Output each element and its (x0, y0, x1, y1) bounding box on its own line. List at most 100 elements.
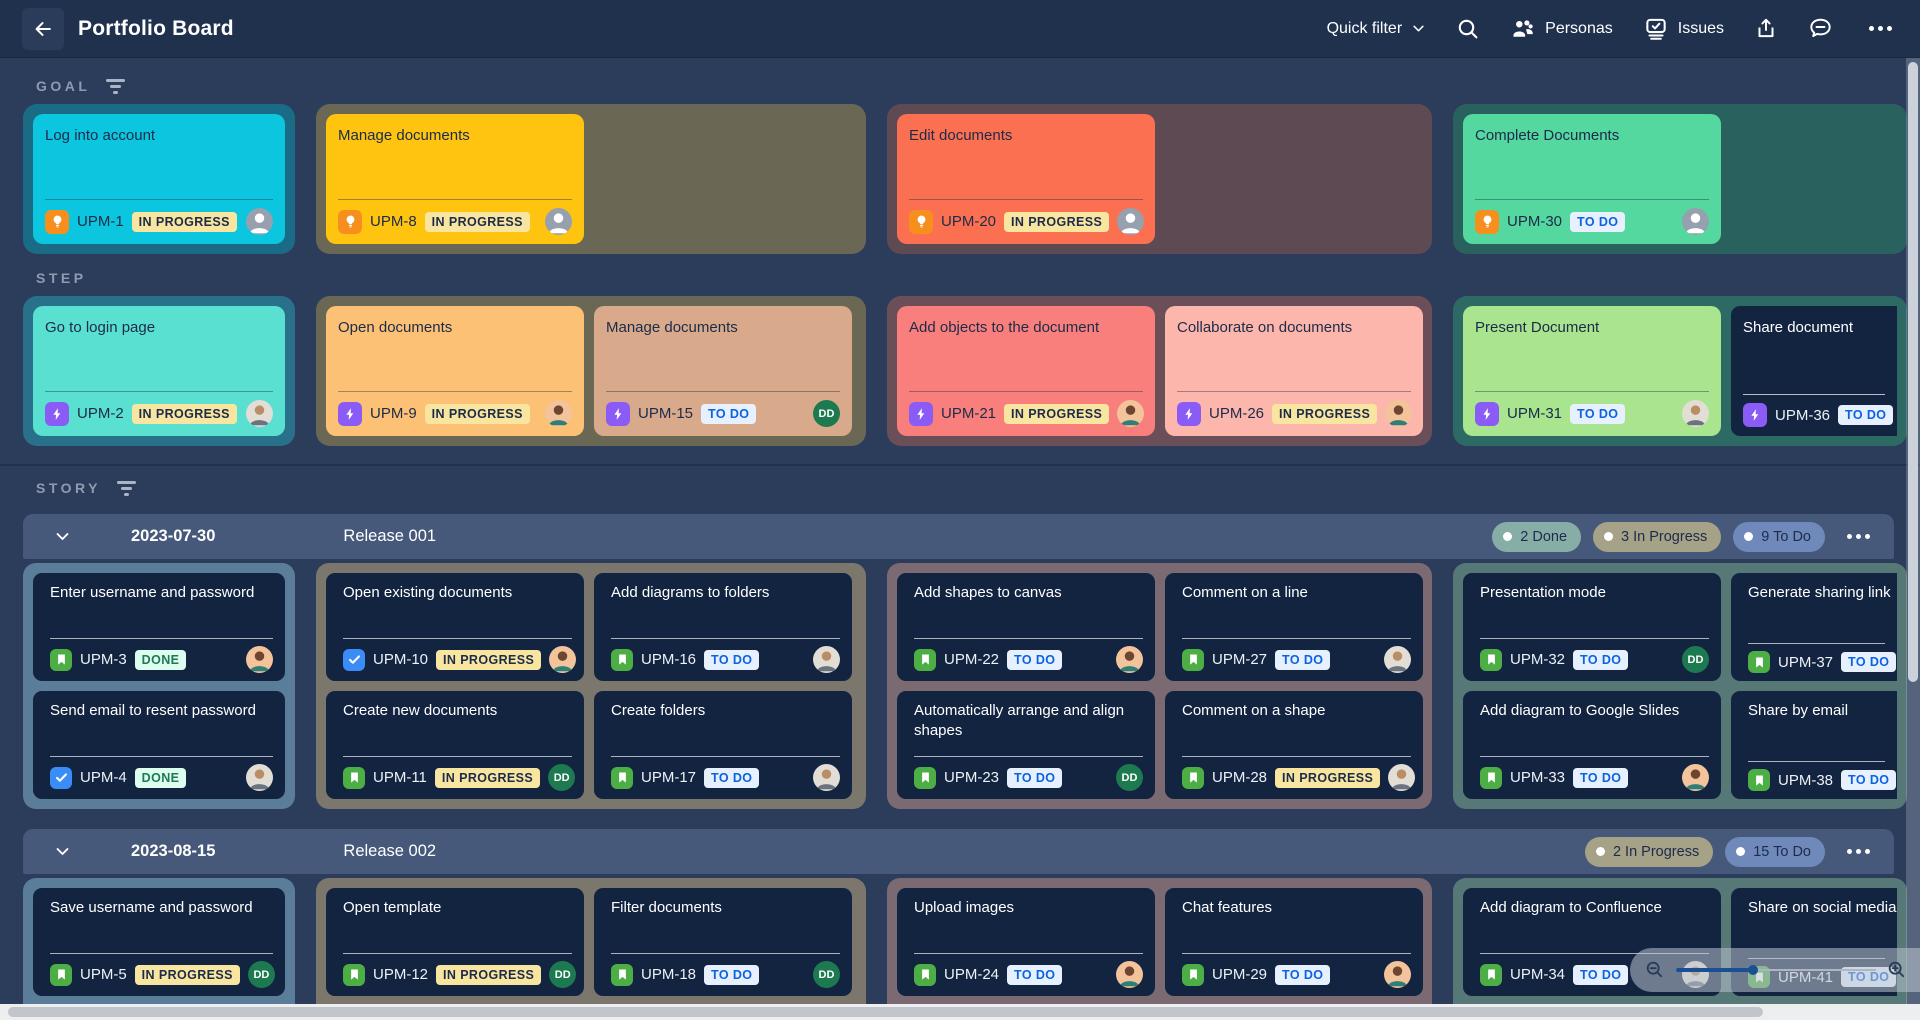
card-title: Log into account (45, 126, 273, 146)
card-upm-30[interactable]: Complete DocumentsUPM-30TO DO (1463, 114, 1721, 244)
bookmark-icon (1748, 651, 1770, 673)
avatar (246, 646, 273, 673)
issue-key: UPM-5 (80, 966, 127, 983)
back-button[interactable] (22, 8, 64, 50)
card-upm-26[interactable]: Collaborate on documentsUPM-26IN PROGRES… (1165, 306, 1423, 436)
card-footer: UPM-11IN PROGRESSDD (343, 756, 572, 791)
card-title: Manage documents (606, 318, 840, 338)
card-upm-31[interactable]: Present DocumentUPM-31TO DO (1463, 306, 1721, 436)
release-status-pill[interactable]: 3 In Progress (1593, 522, 1721, 552)
release-status-pills: 2 In Progress 15 To Do (1585, 837, 1825, 867)
story-cell-4: Presentation modeUPM-32TO DODDGenerate s… (1453, 563, 1907, 809)
card-upm-15[interactable]: Manage documentsUPM-15TO DODD (594, 306, 852, 436)
card-footer: UPM-3DONE (50, 638, 273, 673)
status-badge: IN PROGRESS (436, 965, 541, 985)
card-upm-8[interactable]: Manage documentsUPM-8IN PROGRESS (326, 114, 584, 244)
step-cell-2: Open documentsUPM-9IN PROGRESSManage doc… (316, 296, 866, 446)
card-upm-11[interactable]: Create new documentsUPM-11IN PROGRESSDD (326, 691, 584, 799)
card-title: Go to login page (45, 318, 273, 338)
card-upm-21[interactable]: Add objects to the documentUPM-21IN PROG… (897, 306, 1155, 436)
goal-cell-1: Log into accountUPM-1IN PROGRESS (23, 104, 295, 254)
horizontal-scrollbar-thumb[interactable] (8, 1007, 1763, 1017)
release-status-pill[interactable]: 15 To Do (1725, 837, 1825, 867)
card-upm-4[interactable]: Send email to resent passwordUPM-4DONE (33, 691, 285, 799)
zoom-in-icon[interactable] (1886, 959, 1908, 981)
card-footer: UPM-27TO DO (1182, 638, 1411, 673)
goal-cell-4: Complete DocumentsUPM-30TO DO (1453, 104, 1907, 254)
personas-button[interactable]: Personas (1510, 16, 1613, 42)
release-more-button[interactable] (1841, 528, 1876, 545)
card-footer: UPM-17 TO DO (611, 756, 840, 791)
bolt-icon (1475, 402, 1499, 426)
card-upm-2[interactable]: Go to login pageUPM-2IN PROGRESS (33, 306, 285, 436)
card-upm-20[interactable]: Edit documentsUPM-20IN PROGRESS (897, 114, 1155, 244)
card-upm-22[interactable]: Add shapes to canvasUPM-22TO DO (897, 573, 1155, 681)
card-footer: UPM-24TO DO (914, 953, 1143, 988)
avatar: DD (1116, 764, 1143, 791)
issue-key: UPM-17 (641, 769, 696, 786)
zoom-slider[interactable] (1676, 963, 1876, 977)
vertical-scrollbar[interactable] (1906, 58, 1920, 1004)
release-status-pill[interactable]: 9 To Do (1733, 522, 1825, 552)
status-badge: IN PROGRESS (1272, 404, 1377, 424)
avatar (545, 400, 572, 427)
step-cell-3: Add objects to the documentUPM-21IN PROG… (887, 296, 1432, 446)
collapse-release-button[interactable] (45, 520, 79, 554)
card-upm-36[interactable]: Share documentUPM-36TO DO (1731, 306, 1897, 436)
issues-button[interactable]: Issues (1643, 16, 1724, 42)
status-badge: TO DO (1007, 965, 1062, 985)
release-date: 2023-08-15 (131, 842, 215, 861)
bookmark-icon (611, 767, 633, 789)
issue-key: UPM-36 (1775, 407, 1830, 424)
card-upm-16[interactable]: Add diagrams to foldersUPM-16TO DO (594, 573, 852, 681)
zoom-out-icon[interactable] (1644, 959, 1666, 981)
bookmark-icon (1182, 767, 1204, 789)
status-badge: TO DO (704, 768, 759, 788)
share-button[interactable] (1754, 17, 1778, 41)
status-badge: TO DO (1841, 770, 1896, 790)
card-upm-18[interactable]: Filter documentsUPM-18TO DODD (594, 888, 852, 996)
horizontal-scrollbar[interactable] (0, 1004, 1920, 1020)
card-upm-23[interactable]: Automatically arrange and align shapesUP… (897, 691, 1155, 799)
card-footer: UPM-21IN PROGRESS (909, 391, 1143, 427)
release-more-button[interactable] (1841, 843, 1876, 860)
issue-key: UPM-12 (373, 966, 428, 983)
issues-label: Issues (1678, 20, 1724, 38)
issue-key: UPM-21 (941, 405, 996, 422)
bookmark-icon (914, 964, 936, 986)
card-title: Comment on a line (1182, 583, 1411, 603)
card-upm-24[interactable]: Upload imagesUPM-24TO DO (897, 888, 1155, 996)
quick-filter-button[interactable]: Quick filter (1327, 20, 1427, 38)
filter-icon[interactable] (106, 79, 125, 94)
filter-icon[interactable] (117, 481, 136, 496)
release-status-pill[interactable]: 2 In Progress (1585, 837, 1713, 867)
card-upm-3[interactable]: Enter username and passwordUPM-3DONE (33, 573, 285, 681)
card-upm-10[interactable]: Open existing documentsUPM-10IN PROGRESS (326, 573, 584, 681)
card-upm-27[interactable]: Comment on a line UPM-27TO DO (1165, 573, 1423, 681)
card-title: Add shapes to canvas (914, 583, 1143, 603)
card-upm-28[interactable]: Comment on a shapeUPM-28IN PROGRESS (1165, 691, 1423, 799)
vertical-scrollbar-thumb[interactable] (1908, 62, 1918, 682)
card-upm-29[interactable]: Chat featuresUPM-29TO DO (1165, 888, 1423, 996)
card-upm-37[interactable]: Generate sharing linkUPM-37TO DO (1731, 573, 1897, 681)
avatar: DD (248, 961, 275, 988)
card-upm-38[interactable]: Share by emailUPM-38TO DO (1731, 691, 1897, 799)
collapse-release-button[interactable] (45, 835, 79, 869)
search-button[interactable] (1456, 17, 1480, 41)
card-upm-9[interactable]: Open documentsUPM-9IN PROGRESS (326, 306, 584, 436)
card-title: Save username and password (50, 898, 273, 918)
feedback-button[interactable] (1808, 16, 1833, 41)
release-status-pill[interactable]: 2 Done (1492, 522, 1581, 552)
card-upm-32[interactable]: Presentation modeUPM-32TO DODD (1463, 573, 1721, 681)
card-upm-1[interactable]: Log into accountUPM-1IN PROGRESS (33, 114, 285, 244)
card-upm-12[interactable]: Open templateUPM-12IN PROGRESSDD (326, 888, 584, 996)
issue-key: UPM-9 (370, 405, 417, 422)
zoom-toolbar (1630, 948, 1920, 992)
card-upm-17[interactable]: Create foldersUPM-17TO DO (594, 691, 852, 799)
status-dot (1604, 532, 1613, 541)
status-badge: TO DO (1838, 405, 1893, 425)
bookmark-icon (50, 964, 72, 986)
more-menu-button[interactable] (1863, 20, 1898, 37)
card-upm-33[interactable]: Add diagram to Google SlidesUPM-33TO DO (1463, 691, 1721, 799)
card-upm-5[interactable]: Save username and passwordUPM-5IN PROGRE… (33, 888, 285, 996)
